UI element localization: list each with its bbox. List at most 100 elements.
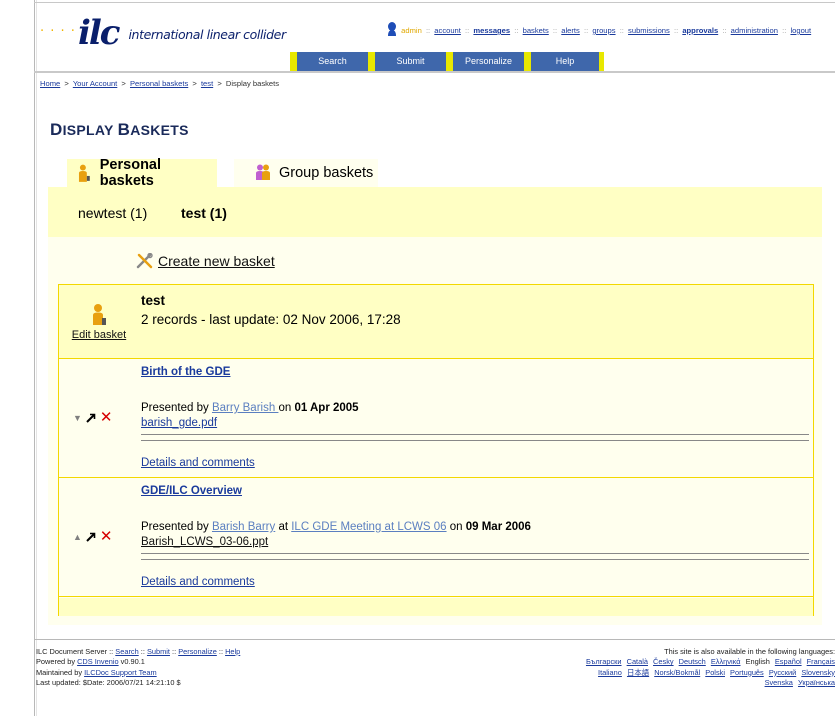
languages-row: Svenska Українська — [583, 678, 835, 688]
lang-link[interactable]: Български — [586, 657, 622, 666]
tab-personal-baskets[interactable]: Personal baskets — [67, 157, 217, 189]
record-actions: ▼ ✕ — [73, 410, 113, 425]
record-presented: Presented by Barish Barry at ILC GDE Mee… — [141, 521, 531, 533]
move-up-icon[interactable]: ▲ — [73, 532, 82, 542]
logo-dots: · · · · — [40, 24, 76, 39]
lang-link[interactable]: Italiano — [598, 668, 622, 677]
user-link-alerts[interactable]: alerts — [561, 26, 580, 35]
lang-link[interactable]: Ελληνικά — [711, 657, 741, 666]
user-link-logout[interactable]: logout — [790, 26, 811, 35]
record-divider — [141, 440, 809, 441]
footer-support-link[interactable]: ILCDoc Support Team — [84, 668, 157, 677]
record-file-link[interactable]: barish_gde.pdf — [141, 417, 217, 429]
basket-owner-icon — [93, 304, 106, 325]
lang-link[interactable]: Polski — [705, 668, 725, 677]
subtab-test[interactable]: test (1) — [181, 205, 227, 221]
nav-personalize[interactable]: Personalize — [446, 52, 524, 71]
record-details: Details and comments — [141, 457, 255, 469]
site-logo[interactable]: · · · · ilc international linear collide… — [40, 16, 286, 50]
nav-search[interactable]: Search — [290, 52, 368, 71]
external-link-icon[interactable] — [86, 413, 96, 423]
footer-personalize-link[interactable]: Personalize — [178, 647, 217, 656]
external-link-icon[interactable] — [86, 532, 96, 542]
lang-link[interactable]: Svenska — [765, 678, 793, 687]
languages-intro: This site is also available in the follo… — [664, 647, 835, 656]
create-basket: Create new basket — [136, 253, 275, 269]
lang-link[interactable]: Español — [775, 657, 802, 666]
record-title-link[interactable]: GDE/ILC Overview — [141, 485, 242, 497]
record-divider — [141, 434, 809, 435]
footer-last-updated: Last updated: $Date: 2006/07/21 14:21:10… — [36, 677, 181, 687]
breadcrumb-current: Display baskets — [225, 79, 280, 88]
footer-invenio-link[interactable]: CDS Invenio — [77, 657, 119, 666]
footer-submit-link[interactable]: Submit — [147, 647, 170, 656]
user-link-administration[interactable]: administration — [731, 26, 778, 35]
tab-group-baskets[interactable]: Group baskets — [234, 159, 378, 187]
lang-link[interactable]: Česky — [653, 657, 674, 666]
record-actions: ▲ ✕ — [73, 529, 113, 544]
lang-link[interactable]: Português — [730, 668, 764, 677]
record-author-link[interactable]: Barry Barish — [212, 402, 278, 414]
header-divider — [34, 71, 835, 73]
delete-icon[interactable]: ✕ — [100, 410, 113, 425]
subtab-newtest[interactable]: newtest (1) — [78, 205, 147, 221]
lang-current: English — [745, 657, 770, 667]
lang-link[interactable]: Català — [627, 657, 648, 666]
user-link-groups[interactable]: groups — [592, 26, 615, 35]
user-menu: admin :: account :: messages :: baskets … — [387, 22, 811, 36]
footer-languages: This site is also available in the follo… — [583, 647, 835, 688]
person-icon — [78, 164, 90, 182]
logo-mark: ilc — [77, 13, 121, 53]
edit-basket: Edit basket — [69, 303, 129, 341]
user-link-baskets[interactable]: baskets — [523, 26, 549, 35]
lang-link[interactable]: Deutsch — [679, 657, 706, 666]
footer-search-link[interactable]: Search — [115, 647, 138, 656]
lang-link[interactable]: Norsk/Bokmål — [654, 668, 700, 677]
record-details: Details and comments — [141, 576, 255, 588]
breadcrumb-personal-baskets[interactable]: Personal baskets — [130, 79, 188, 88]
basket-name: test — [141, 293, 166, 308]
lang-link[interactable]: Slovensky — [801, 668, 835, 677]
user-link-messages[interactable]: messages — [473, 26, 510, 35]
footer-divider — [34, 639, 835, 640]
basket-table: Edit basket test 2 records - last update… — [58, 284, 814, 616]
user-link-submissions[interactable]: submissions — [628, 26, 670, 35]
footer-help-link[interactable]: Help — [225, 647, 240, 656]
footer-line-maintained: Maintained by ILCDoc Support Team — [36, 667, 157, 677]
footer-line-powered: Powered by CDS Invenio v0.90.1 — [36, 657, 145, 667]
group-icon — [256, 164, 270, 180]
lang-link[interactable]: Українська — [798, 678, 835, 687]
move-down-icon[interactable]: ▼ — [73, 413, 82, 423]
user-link-account[interactable]: account — [434, 26, 461, 35]
edit-basket-link[interactable]: Edit basket — [72, 329, 126, 341]
lang-link[interactable]: 日本語 — [627, 668, 649, 677]
tools-icon — [136, 253, 153, 269]
record-author-link[interactable]: Barish Barry — [212, 521, 275, 533]
user-link-approvals[interactable]: approvals — [682, 26, 718, 35]
basket-footer — [59, 598, 813, 616]
main-navbar: Search Submit Personalize Help — [290, 52, 604, 71]
frame-top-border — [34, 2, 835, 3]
record-file-link[interactable]: Barish_LCWS_03-06.ppt — [141, 536, 268, 548]
languages-row: Български Català Česky Deutsch Ελληνικά … — [583, 657, 835, 667]
breadcrumb-home[interactable]: Home — [40, 79, 60, 88]
record-event-link[interactable]: ILC GDE Meeting at LCWS 06 — [291, 521, 446, 533]
delete-icon[interactable]: ✕ — [100, 529, 113, 544]
record-details-link[interactable]: Details and comments — [141, 576, 255, 588]
nav-submit[interactable]: Submit — [368, 52, 446, 71]
breadcrumb-test[interactable]: test — [201, 79, 213, 88]
lang-link[interactable]: Français — [807, 657, 835, 666]
record-title-link[interactable]: Birth of the GDE — [141, 366, 230, 378]
record-divider — [141, 559, 809, 560]
nav-help[interactable]: Help — [524, 52, 604, 71]
user-icon — [388, 22, 396, 36]
record-title: GDE/ILC Overview — [141, 485, 242, 497]
record-details-link[interactable]: Details and comments — [141, 457, 255, 469]
record-file: Barish_LCWS_03-06.ppt — [141, 536, 268, 548]
create-basket-link[interactable]: Create new basket — [158, 253, 275, 269]
user-name: admin — [401, 26, 422, 35]
breadcrumb-account[interactable]: Your Account — [73, 79, 117, 88]
frame-left-border — [34, 0, 35, 716]
lang-link[interactable]: Русский — [769, 668, 796, 677]
record-date: 01 Apr 2005 — [294, 402, 359, 414]
